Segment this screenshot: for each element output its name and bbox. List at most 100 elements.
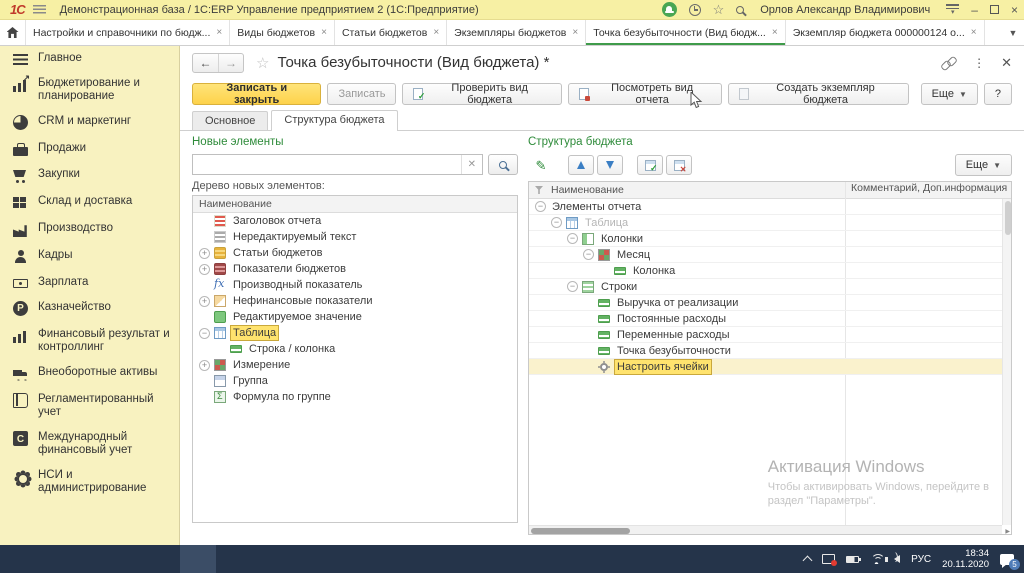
tray-expand-icon[interactable] [803, 556, 813, 566]
document-tab[interactable]: Экземпляры бюджетов × [447, 20, 586, 45]
save-close-button[interactable]: Записать и закрыть [192, 83, 321, 105]
move-up-button[interactable] [568, 155, 594, 175]
sidebar-item[interactable]: Бюджетирование и планирование [0, 71, 179, 109]
expander-icon[interactable] [583, 249, 594, 260]
sidebar-item[interactable]: CRM и маркетинг [0, 109, 179, 136]
structure-more-button[interactable]: Еще ▼ [955, 154, 1012, 176]
close-tab-icon[interactable]: × [572, 27, 578, 38]
tree-item[interactable]: Строка / колонка [193, 341, 517, 357]
right-tree-header[interactable]: Наименование Комментарий, Доп.информация [529, 182, 1011, 199]
sidebar-item[interactable]: Кадры [0, 243, 179, 270]
close-tab-icon[interactable]: × [971, 27, 977, 38]
main-menu-icon[interactable] [33, 5, 46, 14]
favorites-icon[interactable]: ☆ [713, 3, 725, 16]
sidebar-item[interactable]: Склад и доставка [0, 189, 179, 216]
expander-icon[interactable] [199, 264, 210, 275]
vertical-scrollbar-thumb[interactable] [1005, 201, 1011, 235]
help-button[interactable]: ? [984, 83, 1012, 105]
notifications-icon[interactable] [662, 2, 677, 17]
tree-item[interactable]: Точка безубыточности [529, 343, 1011, 359]
close-tab-icon[interactable]: × [772, 27, 778, 38]
document-tab[interactable]: Экземпляр бюджета 000000124 о... × [786, 20, 985, 45]
tree-item[interactable]: Выручка от реализации [529, 295, 1011, 311]
notification-center-icon[interactable]: 5 [1000, 554, 1014, 565]
battery-icon[interactable] [846, 556, 859, 563]
expander-icon[interactable] [199, 360, 210, 371]
language-indicator[interactable]: РУС [911, 554, 931, 565]
search-icon[interactable] [736, 6, 744, 14]
sidebar-item[interactable]: Продажи [0, 136, 179, 162]
close-tab-icon[interactable]: × [321, 27, 327, 38]
expander-icon[interactable] [535, 201, 546, 212]
sidebar-item[interactable]: Регламентированный учет [0, 387, 179, 425]
expander-icon[interactable] [567, 281, 578, 292]
tree-item[interactable]: Производный показатель [193, 277, 517, 293]
back-icon[interactable]: ← [193, 54, 218, 72]
edit-button[interactable]: ✎ [528, 155, 554, 175]
explorer[interactable] [36, 545, 72, 573]
sidebar-item[interactable]: Международный финансовый учет [0, 425, 179, 463]
document-tab[interactable]: Статьи бюджетов × [335, 20, 447, 45]
move-down-button[interactable] [597, 155, 623, 175]
form-more-button[interactable]: Еще ▼ [921, 83, 978, 105]
star-icon[interactable]: ☆ [256, 54, 269, 72]
sidebar-item[interactable]: Казначейство [0, 295, 179, 322]
kebab-icon[interactable]: ⋮ [973, 56, 985, 70]
close-window-icon[interactable]: × [1011, 4, 1018, 16]
create-instance-button[interactable]: Создать экземпляр бюджета [728, 83, 909, 105]
clear-cells-button[interactable] [666, 155, 692, 175]
horizontal-scrollbar-thumb[interactable] [531, 528, 630, 534]
document-tab[interactable]: Виды бюджетов × [230, 20, 335, 45]
tab-overflow-icon[interactable]: ▼ [1002, 20, 1024, 45]
speaker-icon[interactable] [894, 555, 900, 563]
tree-item[interactable]: Редактируемое значение [193, 309, 517, 325]
history-icon[interactable] [689, 4, 701, 16]
check-budget-button[interactable]: Проверить вид бюджета [402, 83, 561, 105]
tree-item[interactable]: Показатели бюджетов [193, 261, 517, 277]
link-icon[interactable] [941, 57, 957, 69]
tree-item[interactable]: Таблица [193, 325, 517, 341]
tree-item[interactable]: Строки [529, 279, 1011, 295]
tree-item[interactable]: Формула по группе [193, 389, 517, 405]
tree-item[interactable]: Переменные расходы [529, 327, 1011, 343]
expander-icon[interactable] [199, 296, 210, 307]
tree-item[interactable]: Нередактируемый текст [193, 229, 517, 245]
sidebar-item[interactable]: Финансовый результат и контроллинг [0, 322, 179, 360]
sidebar-item[interactable]: Главное [0, 46, 179, 71]
expander-icon[interactable] [551, 217, 562, 228]
scroll-right-icon[interactable]: ▶ [1005, 528, 1010, 535]
clock[interactable]: 18:34 20.11.2020 [942, 548, 989, 570]
skype[interactable] [144, 545, 180, 573]
save-button[interactable]: Записать [327, 83, 396, 105]
vertical-scrollbar[interactable] [1002, 199, 1011, 525]
check-cells-button[interactable] [637, 155, 663, 175]
tree-item[interactable]: Нефинансовые показатели [193, 293, 517, 309]
tree-item[interactable]: Заголовок отчета [193, 213, 517, 229]
close-form-icon[interactable]: ✕ [1001, 55, 1012, 71]
display-icon[interactable] [822, 554, 835, 564]
sidebar-item[interactable]: Внеоборотные активы [0, 360, 179, 387]
clear-search-icon[interactable]: ✕ [461, 155, 482, 174]
expander-icon[interactable] [199, 328, 210, 339]
tree-item[interactable]: Постоянные расходы [529, 311, 1011, 327]
search-button[interactable] [488, 154, 518, 175]
outlook[interactable] [108, 545, 144, 573]
tree-item[interactable]: Колонка [529, 263, 1011, 279]
left-tree-header[interactable]: Наименование [193, 196, 517, 213]
close-tab-icon[interactable]: × [216, 27, 222, 38]
wifi-icon[interactable] [870, 554, 883, 564]
sidebar-item[interactable]: НСИ и администрирование [0, 463, 179, 501]
word[interactable] [216, 545, 252, 573]
search-input[interactable] [193, 155, 461, 174]
tree-item[interactable]: Измерение [193, 357, 517, 373]
forward-icon[interactable]: → [218, 54, 243, 72]
horizontal-scrollbar[interactable]: ▶ [529, 525, 1002, 534]
minimize-icon[interactable]: – [971, 4, 978, 16]
1c[interactable] [180, 545, 216, 573]
user-name[interactable]: Орлов Александр Владимирович [760, 4, 930, 16]
tree-item[interactable]: Месяц [529, 247, 1011, 263]
tree-item[interactable]: Настроить ячейки [529, 359, 1011, 375]
form-tab[interactable]: Основное [192, 111, 268, 130]
document-tab[interactable]: Настройки и справочники по бюдж... × [26, 20, 230, 45]
tree-item[interactable]: Группа [193, 373, 517, 389]
